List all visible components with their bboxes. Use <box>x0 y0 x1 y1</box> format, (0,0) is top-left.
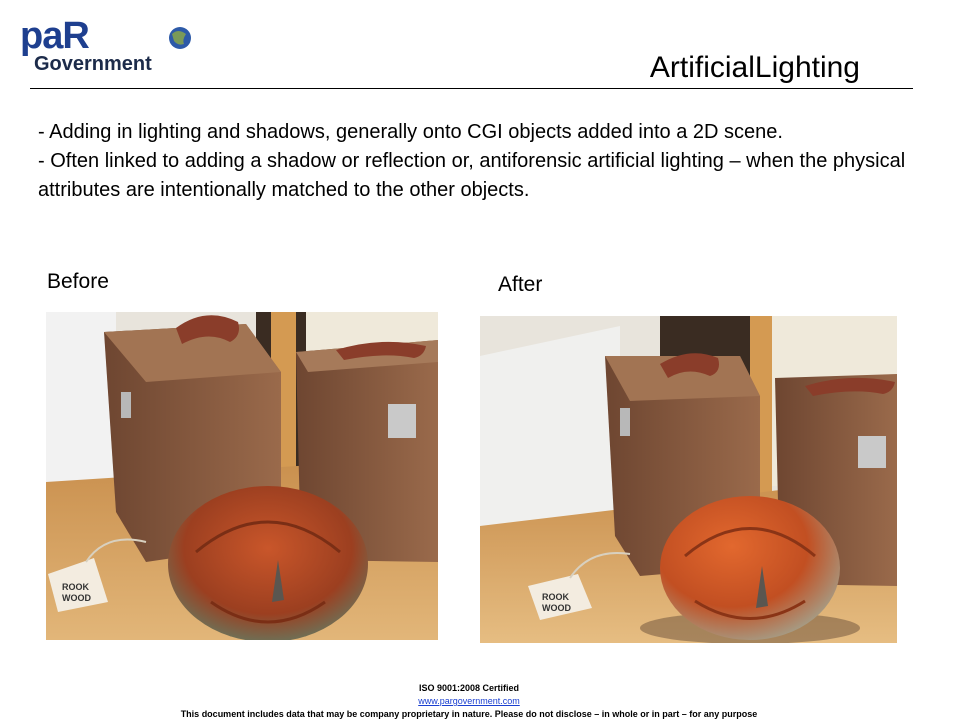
certification-text: ISO 9001:2008 Certified <box>418 683 520 693</box>
before-photo: ROOK WOOD <box>46 312 438 640</box>
logo-government-text: Government <box>34 53 152 75</box>
disclaimer-text: This document includes data that may be … <box>180 709 758 719</box>
bullet-list: - Adding in lighting and shadows, genera… <box>38 118 918 205</box>
tag-text: ROOK <box>542 592 570 602</box>
after-label: After <box>498 273 543 296</box>
website-link[interactable]: www.pargovernment.com <box>0 695 938 708</box>
bullet-item: - Adding in lighting and shadows, genera… <box>38 121 783 143</box>
slide-title: ArtificialLighting <box>649 51 860 84</box>
bullet-item: - Often linked to adding a shadow or ref… <box>38 150 906 201</box>
footer: ISO 9001:2008 Certified www.pargovernmen… <box>0 682 938 721</box>
tag-text: ROOK <box>62 582 90 592</box>
tag-text: WOOD <box>542 603 571 613</box>
tag-text: WOOD <box>62 593 91 603</box>
par-government-logo: paR Government <box>20 15 200 78</box>
logo-brand-text: paR <box>20 18 89 57</box>
before-label: Before <box>47 270 109 293</box>
after-photo: ROOK WOOD <box>480 316 897 643</box>
title-divider <box>30 88 913 89</box>
logo-graphic: paR Government <box>20 15 191 75</box>
